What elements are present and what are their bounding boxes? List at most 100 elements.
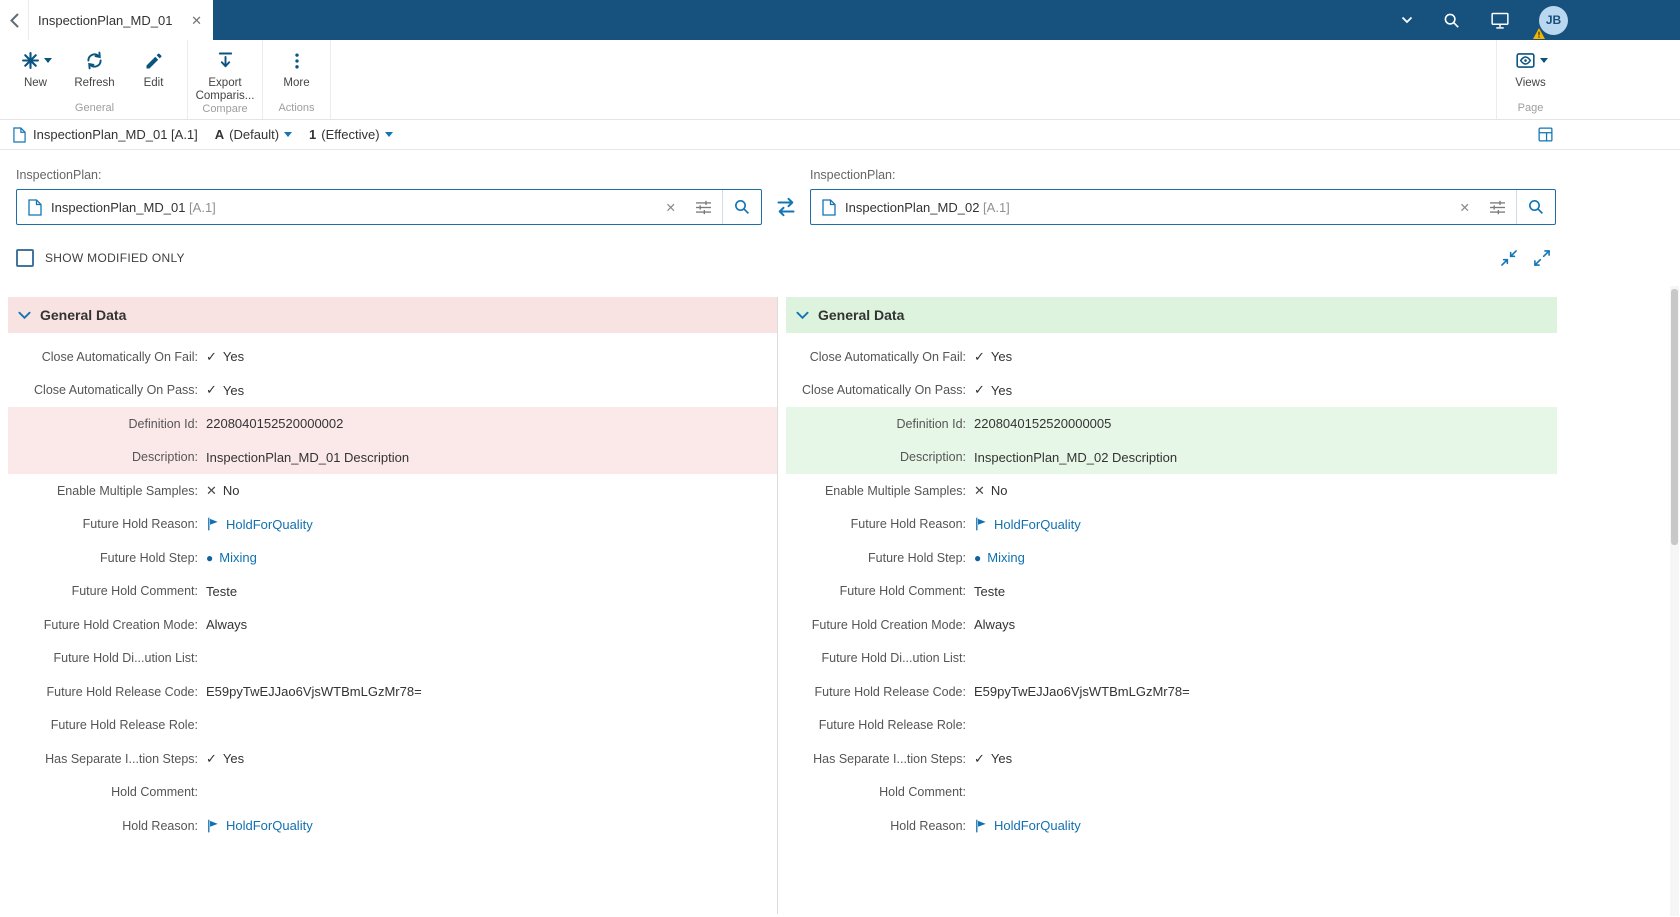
warning-icon <box>1533 27 1545 39</box>
chevron-left-icon <box>9 13 18 27</box>
chevron-down-icon <box>1539 58 1548 63</box>
topbar-dropdown-chevron-icon[interactable] <box>1401 16 1413 24</box>
selector-left-version: [A.1] <box>189 199 216 215</box>
field-row: Future Hold Comment: Teste <box>8 575 777 609</box>
field-value-link[interactable]: HoldForQuality <box>974 517 1081 532</box>
field-value: ✓ Yes <box>206 751 244 767</box>
field-value-link[interactable]: ● Mixing <box>206 550 257 565</box>
field-value-text: Yes <box>222 382 245 398</box>
scrollbar-thumb[interactable] <box>1671 289 1678 545</box>
field-value-text: No <box>990 483 1008 499</box>
field-value-text: Yes <box>990 349 1013 365</box>
field-label: Close Automatically On Pass: <box>34 383 198 398</box>
swap-comparison-icon[interactable] <box>762 189 810 225</box>
clear-icon[interactable]: ✕ <box>1451 200 1479 215</box>
more-kebab-icon <box>294 53 299 68</box>
search-icon[interactable] <box>1442 11 1461 30</box>
refresh-button[interactable]: Refresh <box>65 49 124 102</box>
more-button[interactable]: More <box>267 49 326 102</box>
field-row: Future Hold Release Code: E59pyTwEJJao6Vj… <box>8 675 777 709</box>
inspectionplan-input-left[interactable]: InspectionPlan_MD_01 [A.1] ✕ <box>16 189 762 225</box>
section-header-general-data-left[interactable]: General Data <box>8 297 777 333</box>
field-label: Future Hold Comment: <box>839 584 966 599</box>
selector-right-label: InspectionPlan: <box>810 168 896 182</box>
field-row: Close Automatically On Pass: ✓ Yes <box>786 374 1557 408</box>
field-value-text: E59pyTwEJJao6VjsWTBmLGzMr78= <box>206 684 422 700</box>
flag-icon <box>976 517 986 531</box>
field-value-link[interactable]: ● Mixing <box>974 550 1025 565</box>
step-circle-icon: ● <box>974 550 982 565</box>
field-value-link[interactable]: HoldForQuality <box>206 517 313 532</box>
field-row: Hold Reason: HoldForQuality <box>786 809 1557 843</box>
expand-all-icon[interactable] <box>1532 248 1552 268</box>
field-value-text: InspectionPlan_MD_01 Description <box>206 449 410 465</box>
section-header-general-data-right[interactable]: General Data <box>786 297 1557 333</box>
version-value: A <box>214 127 225 142</box>
chevron-down-icon <box>43 58 52 63</box>
tab-close-icon[interactable]: ✕ <box>191 14 202 27</box>
edit-button[interactable]: Edit <box>124 49 183 102</box>
search-button[interactable] <box>1516 190 1555 224</box>
field-value-link[interactable]: HoldForQuality <box>974 818 1081 833</box>
topbar-actions: JB <box>1401 0 1680 40</box>
refresh-icon <box>87 51 102 70</box>
panel-left: General Data Close Automatically On Fail… <box>8 297 778 914</box>
field-value-text: HoldForQuality <box>226 818 313 834</box>
views-eye-icon <box>1515 53 1535 68</box>
field-value-text: Always <box>206 617 248 633</box>
document-icon <box>811 198 845 216</box>
field-row: Future Hold Release Role: <box>786 709 1557 743</box>
field-value-text: Teste <box>206 583 238 599</box>
field-value-text: Yes <box>222 751 245 767</box>
back-button[interactable] <box>0 0 29 40</box>
field-value: ✕ No <box>974 483 1008 499</box>
advanced-filter-icon[interactable] <box>685 200 722 215</box>
check-icon: ✓ <box>974 750 985 766</box>
collapse-all-icon[interactable] <box>1499 248 1519 268</box>
field-value-text: Mixing <box>987 550 1025 566</box>
field-value: ✓ Yes <box>206 349 244 365</box>
avatar[interactable]: JB <box>1533 5 1568 39</box>
field-label: Has Separate I...tion Steps: <box>45 751 198 766</box>
field-label: Definition Id: <box>896 416 966 431</box>
vertical-scrollbar[interactable] <box>1670 286 1679 916</box>
field-row: Has Separate I...tion Steps: ✓ Yes <box>8 742 777 776</box>
field-value: ✓ Yes <box>974 349 1012 365</box>
field-label: Close Automatically On Pass: <box>802 383 966 398</box>
show-modified-checkbox[interactable] <box>16 249 34 267</box>
field-row: Future Hold Di...ution List: <box>8 642 777 676</box>
comparison-panels: General Data Close Automatically On Fail… <box>0 297 1557 914</box>
feedback-monitor-icon[interactable] <box>1490 11 1510 30</box>
layout-panel-icon[interactable] <box>1537 126 1554 143</box>
selector-left-value: InspectionPlan_MD_01 [A.1] <box>51 199 216 215</box>
version-selector[interactable]: A (Default) <box>214 127 293 142</box>
field-label: Future Hold Reason: <box>850 517 966 532</box>
document-icon <box>13 126 26 143</box>
chevron-down-icon <box>796 311 809 319</box>
inspectionplan-input-right[interactable]: InspectionPlan_MD_02 [A.1] ✕ <box>810 189 1556 225</box>
search-button[interactable] <box>722 190 761 224</box>
selector-right-version: [A.1] <box>983 199 1010 215</box>
field-label: Hold Reason: <box>122 818 198 833</box>
revision-selector[interactable]: 1 (Effective) <box>309 127 393 142</box>
advanced-filter-icon[interactable] <box>1479 200 1516 215</box>
field-row: Hold Comment: <box>786 776 1557 810</box>
toolbar-group-compare: Export Comparis... Compare <box>188 40 263 119</box>
clear-icon[interactable]: ✕ <box>657 200 685 215</box>
field-row-modified: Description: InspectionPlan_MD_01 Descrip… <box>8 440 777 474</box>
new-button[interactable]: New <box>6 49 65 102</box>
views-button[interactable]: Views <box>1501 49 1560 102</box>
field-value-text: HoldForQuality <box>994 818 1081 834</box>
field-label: Hold Comment: <box>879 785 966 800</box>
flag-icon <box>976 819 986 833</box>
field-value-link[interactable]: HoldForQuality <box>206 818 313 833</box>
field-value-text: Yes <box>222 349 245 365</box>
section-title: General Data <box>40 307 127 323</box>
field-row: Enable Multiple Samples: ✕ No <box>786 474 1557 508</box>
new-button-label: New <box>23 77 47 89</box>
field-value-text: Yes <box>990 751 1013 767</box>
export-comparison-button[interactable]: Export Comparis... <box>192 49 258 103</box>
field-value-text: 2208040152520000002 <box>206 416 344 432</box>
tab-inspectionplan[interactable]: InspectionPlan_MD_01 ✕ <box>29 0 213 40</box>
field-rows-left: Close Automatically On Fail: ✓ Yes Close Au… <box>8 333 777 843</box>
